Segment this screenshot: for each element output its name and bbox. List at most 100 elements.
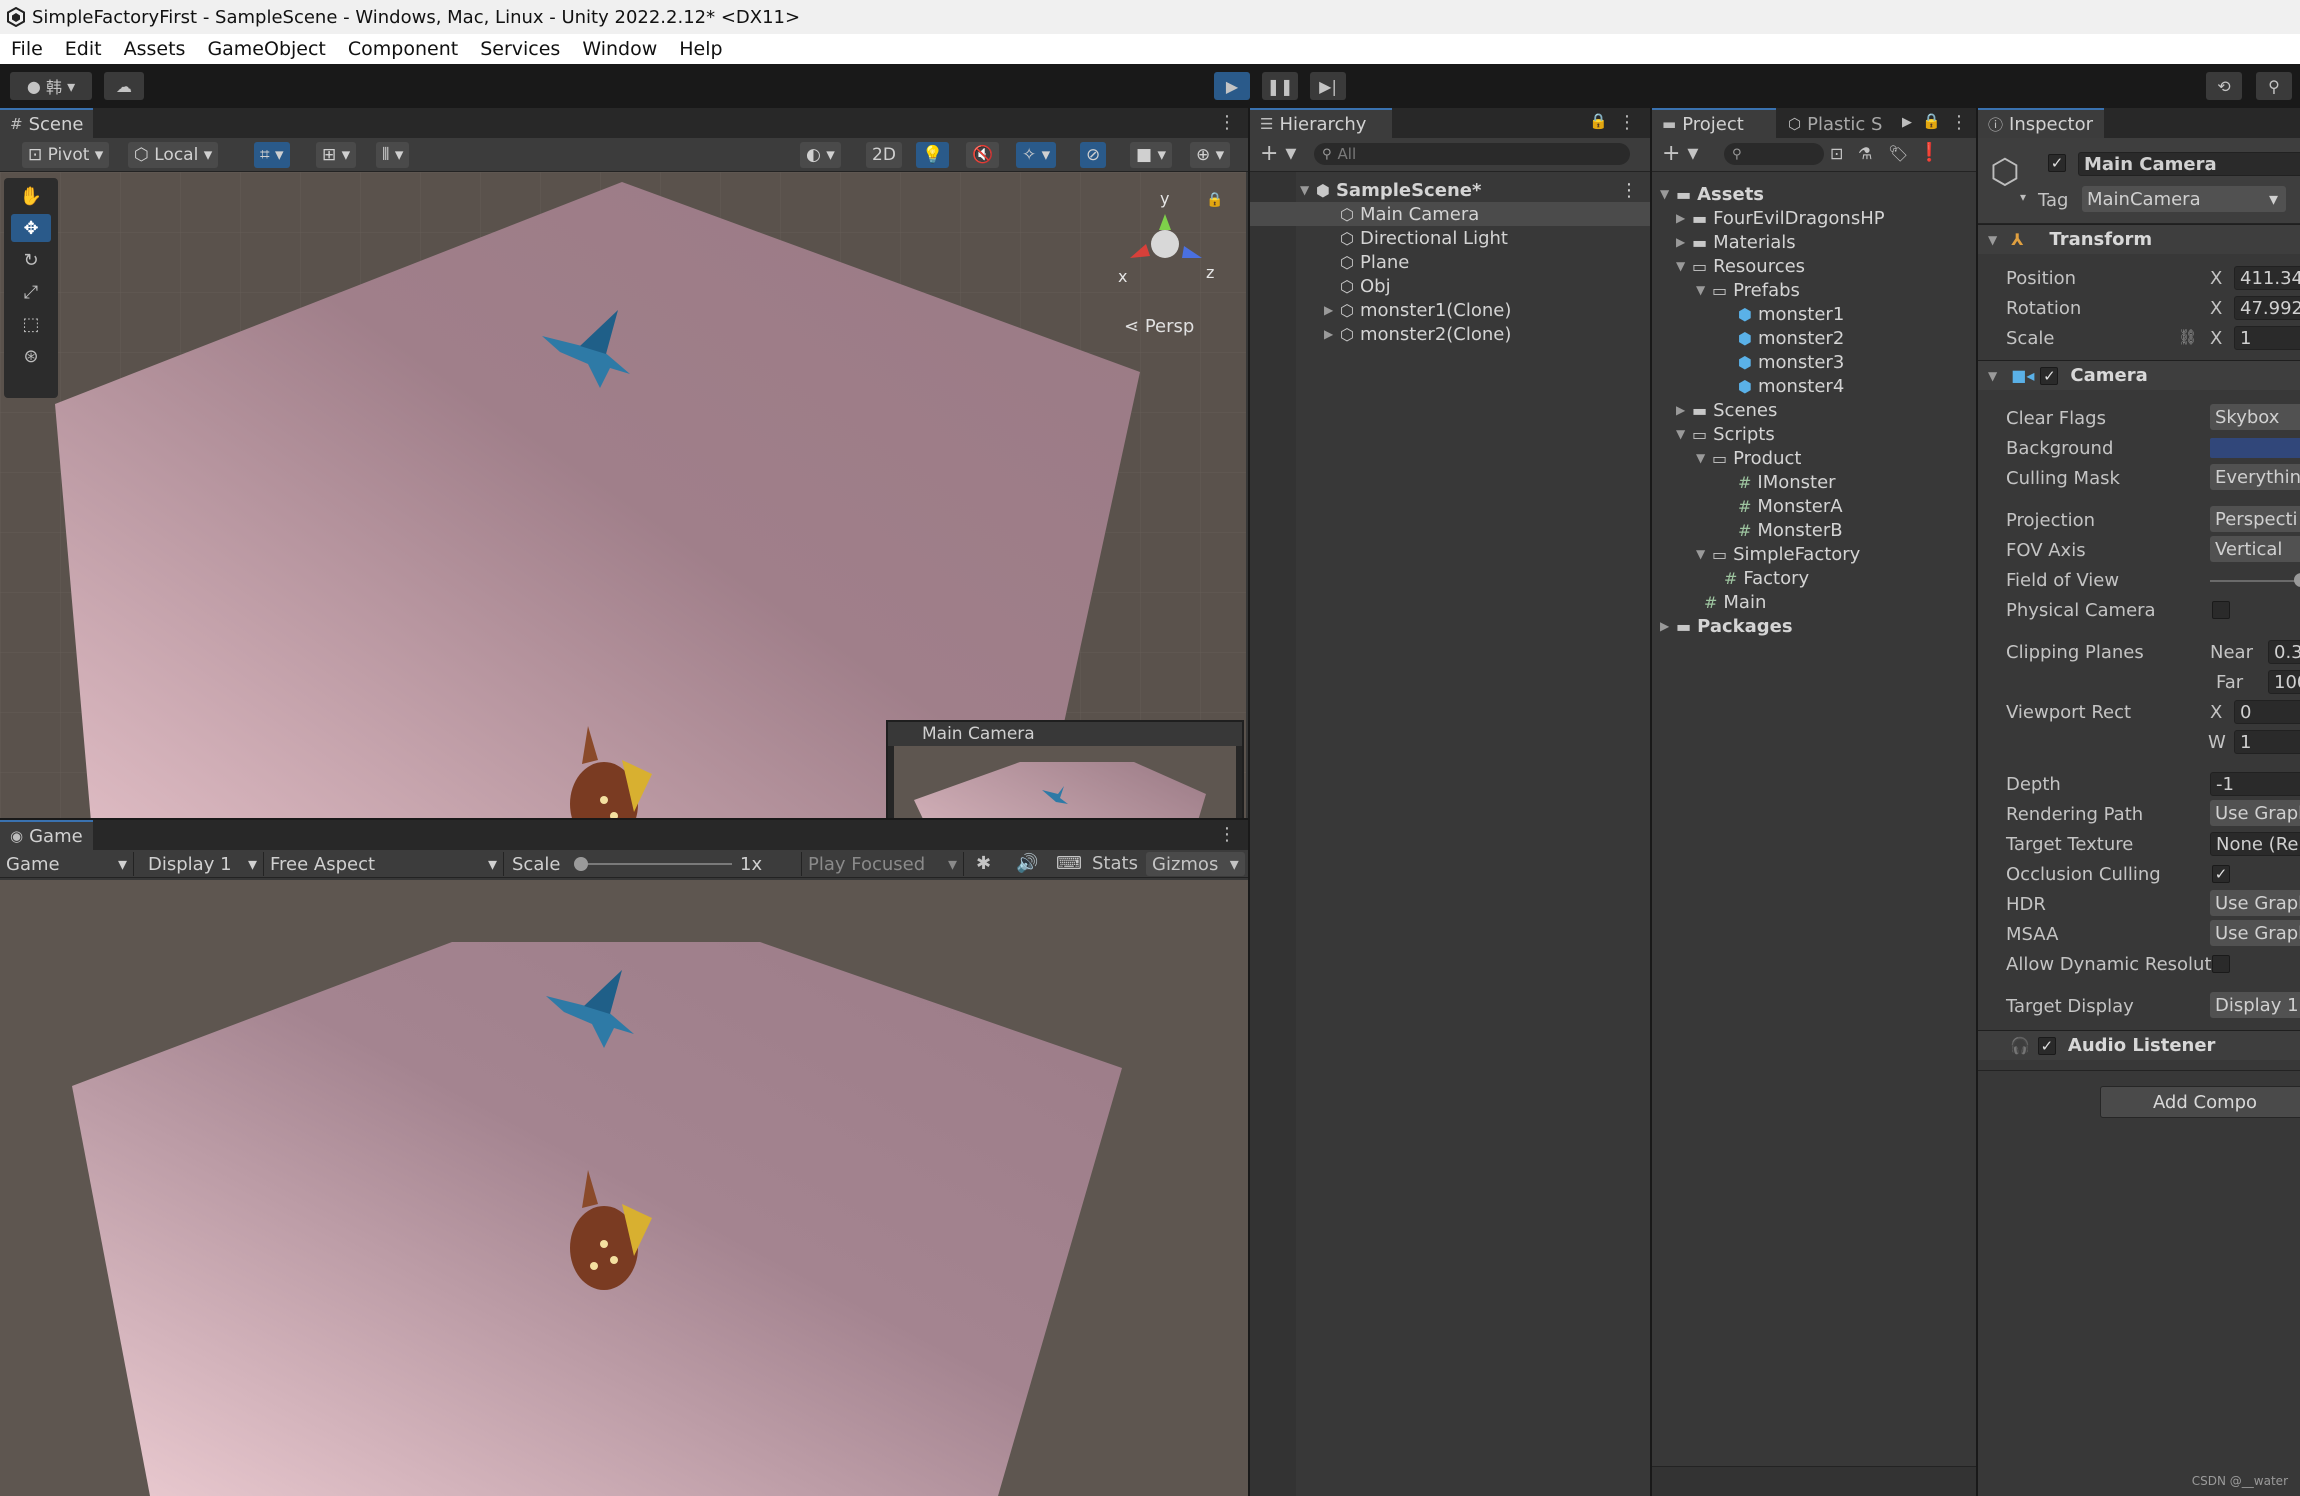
step-button[interactable]: ▶|	[1310, 72, 1346, 100]
lock-icon[interactable]: 🔒	[1589, 112, 1608, 130]
lock-icon[interactable]: 🔒	[1922, 112, 1941, 130]
audio-icon[interactable]: 🔊	[1016, 853, 1038, 874]
project-folder-simplefactory[interactable]: ▼ ▭ SimpleFactory	[1652, 542, 1976, 566]
hierarchy-item-obj[interactable]: ⬡ Obj	[1250, 274, 1650, 298]
object-name-field[interactable]: Main Camera	[2078, 152, 2300, 176]
depth-field[interactable]: -1	[2210, 772, 2300, 796]
snap-increment-toggle[interactable]: ⊞ ▾	[316, 142, 357, 168]
msaa-dropdown[interactable]: Use Grapl	[2210, 920, 2300, 946]
menu-window[interactable]: Window	[571, 38, 668, 60]
toggle-2d[interactable]: 2D	[866, 142, 902, 168]
fov-slider-track[interactable]	[2210, 580, 2300, 582]
camera-header[interactable]: ▼ ■◂ ✓ Camera	[1978, 360, 2300, 390]
display-dropdown[interactable]: Display 1 ▾	[142, 852, 264, 876]
physical-camera-checkbox[interactable]	[2212, 601, 2230, 619]
search-button[interactable]: ⚲	[2256, 72, 2292, 100]
local-dropdown[interactable]: ⬡ Local ▾	[128, 142, 219, 168]
audio-toggle[interactable]: 🔇	[966, 142, 1000, 168]
project-script-monstera[interactable]: # MonsterA	[1652, 494, 1976, 518]
effects-dropdown[interactable]: ✧ ▾	[1016, 142, 1057, 168]
hierarchy-item-directional-light[interactable]: ⬡ Directional Light	[1250, 226, 1650, 250]
transform-header[interactable]: ▼ ⅄ Transform	[1978, 224, 2300, 254]
project-folder-scenes[interactable]: ▶ ▬ Scenes	[1652, 398, 1976, 422]
pivot-dropdown[interactable]: ⊡ Pivot ▾	[22, 142, 110, 168]
project-prefab-monster2[interactable]: ⬢ monster2	[1652, 326, 1976, 350]
history-button[interactable]: ⟲	[2206, 72, 2242, 100]
far-field[interactable]: 100	[2268, 670, 2300, 694]
tab-game[interactable]: ◉ Game	[0, 820, 93, 850]
add-component-button[interactable]: Add Compo	[2100, 1086, 2300, 1118]
tag-dropdown[interactable]: MainCamera ▾	[2082, 186, 2286, 212]
viewport-w-field[interactable]: 1	[2234, 730, 2300, 754]
allow-dynamic-resolution-checkbox[interactable]	[2212, 955, 2230, 973]
rendering-path-dropdown[interactable]: Use Grapl	[2210, 800, 2300, 826]
audio-listener-header[interactable]: 🎧 ✓ Audio Listener	[1978, 1030, 2300, 1060]
aspect-dropdown[interactable]: Free Aspect ▾	[264, 852, 504, 876]
scene-menu-icon[interactable]: ⋮	[1218, 112, 1236, 133]
move-tool[interactable]: ✥	[11, 214, 51, 242]
transform-tool[interactable]: ⊛	[11, 342, 51, 370]
scene-viewport[interactable]: ✋ ✥ ↻ ⤢ ⬚ ⊛ y x z 🔒 ⋖ Persp Main Camera	[0, 172, 1246, 818]
collapse-arrow-icon[interactable]: ▶	[1324, 303, 1340, 317]
hierarchy-search-input[interactable]: ⚲ All	[1314, 143, 1630, 165]
project-script-imonster[interactable]: # IMonster	[1652, 470, 1976, 494]
audio-listener-checkbox[interactable]: ✓	[2037, 1036, 2056, 1055]
orientation-gizmo[interactable]: y x z	[1110, 186, 1220, 296]
camera-dropdown[interactable]: ■ ▾	[1130, 142, 1172, 168]
hand-tool[interactable]: ✋	[11, 182, 51, 210]
bug-icon[interactable]: ✱	[976, 853, 991, 874]
project-search-input[interactable]: ⚲	[1724, 143, 1824, 165]
position-x-field[interactable]: 411.34	[2234, 266, 2300, 290]
project-folder-materials[interactable]: ▶ ▬ Materials	[1652, 230, 1976, 254]
project-folder-packages[interactable]: ▶ ▬ Packages	[1652, 614, 1976, 638]
gizmos-dropdown[interactable]: ⊕ ▾	[1190, 142, 1231, 168]
camera-enabled-checkbox[interactable]: ✓	[2040, 366, 2059, 385]
stats-button[interactable]: Stats	[1092, 853, 1138, 874]
project-folder-prefabs[interactable]: ▼ ▭ Prefabs	[1652, 278, 1976, 302]
cloud-button[interactable]: ☁	[104, 72, 144, 100]
hierarchy-item-monster2[interactable]: ▶ ⬡ monster2(Clone)	[1250, 322, 1650, 346]
account-button[interactable]: ● 韩 ▾	[10, 72, 92, 100]
grid-snap-toggle[interactable]: ⌗ ▾	[254, 142, 290, 168]
projection-dropdown[interactable]: Perspecti	[2210, 506, 2300, 532]
link-scale-icon[interactable]: ⛓	[2178, 328, 2197, 346]
tab-plastic[interactable]: ⬡ Plastic S	[1778, 108, 1898, 138]
project-folder-assets[interactable]: ▼ ▬ Assets	[1652, 182, 1976, 206]
project-prefab-monster1[interactable]: ⬢ monster1	[1652, 302, 1976, 326]
scale-slider-thumb[interactable]	[574, 857, 588, 871]
game-menu-icon[interactable]: ⋮	[1218, 824, 1236, 845]
persp-label[interactable]: ⋖ Persp	[1124, 316, 1194, 337]
collapse-arrow-icon[interactable]: ▶	[1324, 327, 1340, 341]
chevron-down-icon[interactable]: ▾	[2020, 190, 2026, 204]
hierarchy-scene-root[interactable]: ▼ ⬢ SampleScene* ⋮	[1250, 178, 1650, 202]
ruler-toggle[interactable]: ⦀ ▾	[376, 142, 410, 168]
fov-axis-dropdown[interactable]: Vertical	[2210, 536, 2300, 562]
project-prefab-monster4[interactable]: ⬢ monster4	[1652, 374, 1976, 398]
project-script-factory[interactable]: # Factory	[1652, 566, 1976, 590]
scene-menu-icon[interactable]: ⋮	[1620, 180, 1638, 201]
lighting-toggle[interactable]: 💡	[916, 142, 950, 168]
rotation-x-field[interactable]: 47.992	[2234, 296, 2300, 320]
label-icon[interactable]: 🏷	[1888, 144, 1908, 163]
warning-icon[interactable]: ❗	[1918, 142, 1940, 163]
game-view-dropdown[interactable]: Game ▾	[0, 852, 134, 876]
project-prefab-monster3[interactable]: ⬢ monster3	[1652, 350, 1976, 374]
create-button[interactable]: + ▾	[1260, 141, 1296, 166]
menu-gameobject[interactable]: GameObject	[196, 38, 336, 60]
target-texture-field[interactable]: None (Rer	[2210, 832, 2300, 856]
hdr-dropdown[interactable]: Use Grapl	[2210, 890, 2300, 916]
project-folder-product[interactable]: ▼ ▭ Product	[1652, 446, 1976, 470]
background-color-swatch[interactable]	[2210, 438, 2300, 458]
draw-mode-dropdown[interactable]: ◐ ▾	[800, 142, 841, 168]
project-folder-resources[interactable]: ▼ ▭ Resources	[1652, 254, 1976, 278]
menu-services[interactable]: Services	[469, 38, 571, 60]
play-focused-dropdown[interactable]: Play Focused ▾	[802, 852, 964, 876]
tab-inspector[interactable]: ⓘ Inspector	[1978, 108, 2104, 138]
project-menu-icon[interactable]: ⋮	[1950, 112, 1968, 133]
tab-hierarchy[interactable]: ☰ Hierarchy	[1250, 108, 1392, 138]
clear-flags-dropdown[interactable]: Skybox	[2210, 404, 2300, 430]
project-folder-fourevildragons[interactable]: ▶ ▬ FourEvilDragonsHP	[1652, 206, 1976, 230]
menu-component[interactable]: Component	[337, 38, 469, 60]
scale-x-field[interactable]: 1	[2234, 326, 2300, 350]
visibility-toggle[interactable]: ⊘	[1080, 142, 1107, 168]
